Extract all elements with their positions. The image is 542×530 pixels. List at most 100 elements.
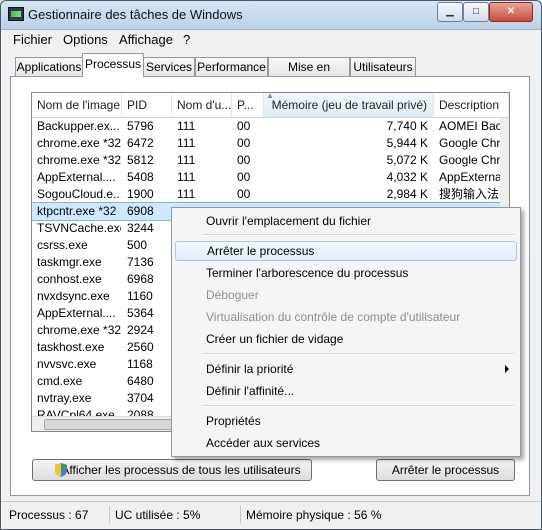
cell-cpu: 00 xyxy=(237,136,251,150)
cell-name: chrome.exe *32 xyxy=(37,323,121,337)
context-menu-item[interactable]: Accéder aux services xyxy=(175,433,517,453)
menu-separator xyxy=(202,234,514,236)
table-row[interactable]: AppExternal.... 5408 111 00 4,032 K AppExtern… xyxy=(32,169,500,186)
menu-fichier[interactable]: Fichier xyxy=(13,32,52,47)
cell-desc: Google Chrome xyxy=(439,136,500,150)
uac-shield-icon xyxy=(55,463,67,477)
context-menu-item-label: Créer un fichier de vidage xyxy=(206,332,344,346)
cell-pid: 5364 xyxy=(127,306,154,320)
menu-help[interactable]: ? xyxy=(183,32,190,47)
context-menu-item[interactable]: Créer un fichier de vidage xyxy=(175,329,517,349)
column-header-memory[interactable]: Mémoire (jeu de travail privé) xyxy=(264,93,434,117)
cell-name: nvvsvc.exe xyxy=(37,357,97,371)
context-menu-item[interactable]: Définir l'affinité... xyxy=(175,381,517,401)
cell-mem: 2,984 K xyxy=(386,187,428,201)
cell-name: nvxdsync.exe xyxy=(37,289,110,303)
tab-utilisateurs[interactable]: Utilisateurs xyxy=(350,57,416,76)
cell-pid: 6968 xyxy=(127,272,154,286)
end-process-button[interactable]: Arrêter le processus xyxy=(376,459,515,481)
cell-desc: 搜狗输入法 xyxy=(439,187,500,201)
context-menu-item[interactable]: Terminer l'arborescence du processus xyxy=(175,263,517,283)
tab-services[interactable]: Services xyxy=(143,57,195,76)
cell-name: cmd.exe xyxy=(37,374,83,388)
cell-cpu: 00 xyxy=(237,153,251,167)
cell-mem: 7,740 K xyxy=(386,119,428,133)
context-menu-item-label: Virtualisation du contrôle de compte d'u… xyxy=(206,310,461,324)
context-menu-item-label: Déboguer xyxy=(206,288,259,302)
cell-user: 111 xyxy=(177,136,196,150)
cell-pid: 3244 xyxy=(127,221,154,235)
context-menu-item[interactable]: Ouvrir l'emplacement du fichier xyxy=(175,211,517,231)
cell-name: chrome.exe *32 xyxy=(37,153,121,167)
cell-cpu: 00 xyxy=(237,187,251,201)
cell-pid: 5796 xyxy=(127,119,154,133)
window-title: Gestionnaire des tâches de Windows xyxy=(28,7,243,22)
cell-name: AppExternal.... xyxy=(37,170,116,184)
context-menu-item: Virtualisation du contrôle de compte d'u… xyxy=(175,307,517,327)
cell-pid: 7136 xyxy=(127,255,154,269)
cell-mem: 5,944 K xyxy=(386,136,428,150)
cell-name: SogouCloud.e... xyxy=(37,187,121,201)
tab-processus[interactable]: Processus xyxy=(82,53,144,77)
column-header-pid[interactable]: PID xyxy=(122,93,172,117)
submenu-arrow-icon xyxy=(505,365,509,373)
cell-name: csrss.exe xyxy=(37,238,88,252)
minimize-button[interactable]: ▁ xyxy=(437,2,463,22)
sort-arrow-icon: ▲ xyxy=(266,92,274,100)
cell-desc: AppExternal xyxy=(439,170,500,184)
menu-bar: Fichier Options Affichage ? xyxy=(1,30,541,50)
cell-name: ktpcntr.exe *32 xyxy=(37,204,117,218)
cell-mem: 5,072 K xyxy=(386,153,428,167)
table-row[interactable]: chrome.exe *32 5812 111 00 5,072 K Google Chr… xyxy=(32,152,500,169)
menu-options[interactable]: Options xyxy=(63,32,108,47)
cell-pid: 5408 xyxy=(127,170,154,184)
cell-name: Backupper.ex... xyxy=(37,119,120,133)
show-all-processes-label: Afficher les processus de tous les utili… xyxy=(61,463,301,477)
cell-pid: 6908 xyxy=(127,204,154,218)
cell-name: taskhost.exe xyxy=(37,340,105,354)
menu-separator xyxy=(202,405,514,407)
cell-pid: 2560 xyxy=(127,340,154,354)
cell-user: 111 xyxy=(177,170,196,184)
status-cpu-usage: UC utilisée : 5% xyxy=(111,506,241,524)
cell-name: nvtray.exe xyxy=(37,391,92,405)
tab-applications[interactable]: Applications xyxy=(15,57,83,76)
cell-pid: 1900 xyxy=(127,187,154,201)
task-manager-app-icon xyxy=(8,7,24,21)
context-menu-item-label: Ouvrir l'emplacement du fichier xyxy=(206,214,372,228)
cell-cpu: 00 xyxy=(237,170,251,184)
process-context-menu: Ouvrir l'emplacement du fichier Arrêter l… xyxy=(171,207,521,457)
table-header: Nom de l'image PID Nom d'u... P... Mémoi… xyxy=(32,93,509,118)
cell-name: TSVNCache.exe xyxy=(37,221,121,235)
column-header-cpu[interactable]: P... xyxy=(232,93,264,117)
tab-performance[interactable]: Performance xyxy=(195,57,268,76)
cell-pid: 6472 xyxy=(127,136,154,150)
cell-pid: 3704 xyxy=(127,391,154,405)
cell-pid: 500 xyxy=(127,238,148,252)
cell-user: 111 xyxy=(177,119,196,133)
title-bar[interactable]: Gestionnaire des tâches de Windows ▁ □ ✕ xyxy=(1,1,541,30)
context-menu-item-label: Arrêter le processus xyxy=(207,244,315,258)
cell-pid: 6480 xyxy=(127,374,154,388)
show-all-processes-button[interactable]: Afficher les processus de tous les utili… xyxy=(32,459,312,481)
column-header-user[interactable]: Nom d'u... xyxy=(172,93,232,117)
cell-pid: 1168 xyxy=(127,357,153,371)
column-header-image-name[interactable]: Nom de l'image xyxy=(32,93,122,117)
table-row[interactable]: Backupper.ex... 5796 111 00 7,740 K AOMEI Bac… xyxy=(32,118,500,135)
tab-mise-en-reseau[interactable]: Mise en réseau xyxy=(268,57,350,92)
context-menu-item[interactable]: Propriétés xyxy=(175,411,517,431)
menu-affichage[interactable]: Affichage xyxy=(119,32,173,47)
cell-pid: 2924 xyxy=(127,323,154,337)
context-menu-item-label: Propriétés xyxy=(206,414,261,428)
column-header-description[interactable]: Description xyxy=(434,93,509,117)
cell-name: taskmgr.exe xyxy=(37,255,102,269)
table-row[interactable]: chrome.exe *32 6472 111 00 5,944 K Google Chr… xyxy=(32,135,500,152)
context-menu-item[interactable]: Définir la priorité xyxy=(175,359,517,379)
horizontal-scroll-thumb[interactable] xyxy=(44,419,176,430)
close-button[interactable]: ✕ xyxy=(489,2,533,22)
table-row[interactable]: SogouCloud.e... 1900 111 00 2,984 K 搜狗输入法 xyxy=(32,186,500,203)
cell-desc: AOMEI Backupper xyxy=(439,119,500,133)
maximize-button[interactable]: □ xyxy=(463,2,489,22)
context-menu-item[interactable]: Arrêter le processus xyxy=(175,241,517,261)
cell-name: conhost.exe xyxy=(37,272,102,286)
